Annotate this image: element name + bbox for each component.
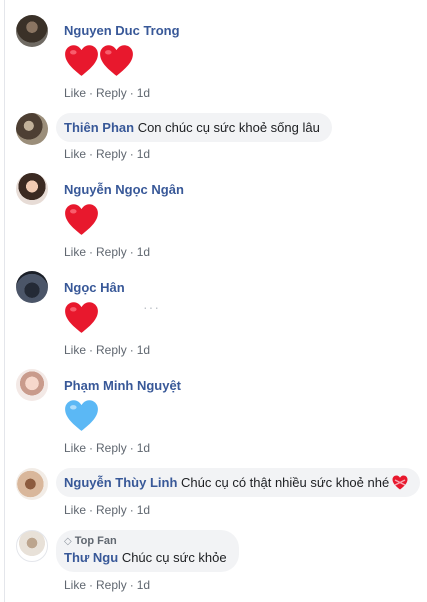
comment-text: Chúc cụ sức khỏe [121,550,227,565]
red-heart-icon [100,45,133,76]
red-heart-icon [65,204,98,235]
avatar[interactable] [16,271,48,303]
comment-bubble: Thiên Phan Con chúc cụ sức khoẻ sống lâu [56,113,332,142]
more-options-icon[interactable]: ··· [143,299,160,315]
like-link[interactable]: Like [64,578,86,592]
reply-link[interactable]: Reply [96,343,127,357]
timestamp[interactable]: 1d [137,245,150,259]
comment-actions: Like · Reply · 1d [64,86,151,100]
blue-heart-icon [65,400,98,431]
reaction-emojis [64,44,134,77]
comment-author[interactable]: Nguyễn Thùy Linh [64,475,177,490]
comment-author[interactable]: Thư Ngu [64,550,118,565]
heart-with-ribbon-icon [392,475,408,490]
comment-text: Chúc cụ có thật nhiều sức khoẻ nhé [181,475,390,490]
avatar[interactable] [16,173,48,205]
reply-link[interactable]: Reply [96,245,127,259]
comment-actions: Like · Reply · 1d [64,503,151,517]
red-heart-icon [65,45,98,76]
like-link[interactable]: Like [64,86,86,100]
reply-link[interactable]: Reply [96,147,127,161]
comment-actions: Like · Reply · 1d [64,343,151,357]
timestamp[interactable]: 1d [137,441,150,455]
like-link[interactable]: Like [64,245,86,259]
comment-actions: Like · Reply · 1d [64,245,151,259]
reply-link[interactable]: Reply [96,503,127,517]
comment-actions: Like · Reply · 1d [64,578,151,592]
comment-author[interactable]: Thiên Phan [64,120,134,135]
reaction-emojis [64,399,99,432]
comment-author[interactable]: Nguyễn Ngọc Ngân [64,182,184,197]
like-link[interactable]: Like [64,343,86,357]
comment-author[interactable]: Nguyen Duc Trong [64,23,180,38]
thread-line [4,0,5,602]
comment-actions: Like · Reply · 1d [64,441,151,455]
like-link[interactable]: Like [64,441,86,455]
reaction-emojis [64,203,99,236]
like-link[interactable]: Like [64,503,86,517]
timestamp[interactable]: 1d [137,86,150,100]
timestamp[interactable]: 1d [137,147,150,161]
avatar[interactable] [16,15,48,47]
timestamp[interactable]: 1d [137,343,150,357]
avatar[interactable] [16,530,48,562]
diamond-icon: ◇ [64,536,72,547]
like-link[interactable]: Like [64,147,86,161]
avatar[interactable] [16,369,48,401]
comment-bubble: ◇ Top Fan Thư Ngu Chúc cụ sức khỏe [56,530,239,572]
reaction-emojis [64,301,99,334]
avatar[interactable] [16,468,48,500]
comment-author[interactable]: Phạm Minh Nguyệt [64,378,181,393]
timestamp[interactable]: 1d [137,503,150,517]
comment-bubble: Nguyễn Thùy Linh Chúc cụ có thật nhiều s… [56,468,421,497]
reply-link[interactable]: Reply [96,578,127,592]
reply-link[interactable]: Reply [96,86,127,100]
timestamp[interactable]: 1d [137,578,150,592]
comment-text: Con chúc cụ sức khoẻ sống lâu [137,120,320,135]
top-fan-badge: ◇ Top Fan [64,535,117,547]
reply-link[interactable]: Reply [96,441,127,455]
red-heart-icon [65,302,98,333]
comment-author[interactable]: Ngọc Hân [64,280,125,295]
comment-actions: Like · Reply · 1d [64,147,151,161]
avatar[interactable] [16,113,48,145]
